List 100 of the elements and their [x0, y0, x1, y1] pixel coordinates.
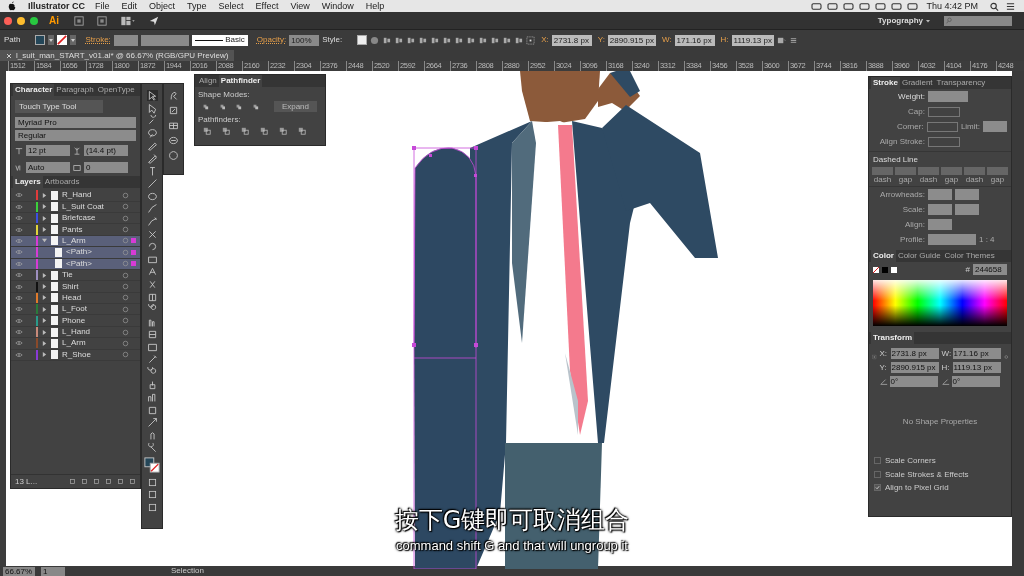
style-swatch[interactable] [357, 35, 368, 45]
expand-button[interactable]: Expand [273, 101, 317, 113]
menu-item[interactable]: View [290, 0, 310, 12]
dash-field[interactable] [964, 167, 985, 175]
tool-icon[interactable] [146, 417, 158, 429]
draw-mode-icon[interactable] [146, 502, 158, 513]
tool-icon[interactable] [146, 90, 158, 101]
tool-icon[interactable] [168, 105, 179, 116]
eye-icon[interactable] [15, 294, 23, 301]
eye-icon[interactable] [15, 272, 23, 279]
font-size-field[interactable]: 12 pt [26, 145, 70, 157]
cap-buttons[interactable] [928, 106, 960, 117]
panel-tab[interactable]: Layers [13, 176, 43, 189]
panel-tab[interactable]: Transparency [934, 77, 988, 89]
transform-field[interactable]: 2731.8 px [890, 348, 939, 360]
workspace-switcher[interactable]: Typography [877, 15, 923, 26]
arrowhead-dropdown[interactable] [955, 189, 979, 201]
tool-icon[interactable] [146, 392, 158, 404]
apple-icon[interactable] [8, 1, 16, 11]
search-field[interactable] [944, 15, 1012, 26]
tool-icon[interactable] [146, 190, 158, 202]
tool-icon[interactable] [168, 90, 179, 101]
minimize-button[interactable] [17, 16, 25, 25]
disclosure-triangle-icon[interactable] [42, 306, 47, 312]
shape-mode-icon[interactable] [236, 102, 243, 111]
tool-icon[interactable] [146, 241, 158, 253]
tool-icon[interactable] [168, 120, 179, 131]
tool-icon[interactable] [146, 228, 158, 240]
transform-icon[interactable] [776, 35, 786, 45]
panel-tab[interactable]: Artboards [42, 176, 82, 189]
pathfinder-icon[interactable] [260, 126, 268, 135]
arrange-documents-icon[interactable] [120, 15, 136, 26]
dash-field[interactable] [872, 167, 893, 175]
close-button[interactable] [4, 16, 12, 25]
layer-row[interactable]: Pants [11, 224, 140, 236]
tool-icon[interactable] [146, 127, 158, 139]
align-buttons[interactable] [928, 219, 952, 231]
tool-icon[interactable] [146, 102, 158, 114]
variable-width-dropdown[interactable] [140, 34, 189, 46]
fill-swatch[interactable] [35, 35, 46, 45]
align-icon[interactable] [502, 35, 512, 45]
eye-icon[interactable] [15, 283, 23, 290]
menu-item[interactable]: Help [365, 0, 385, 12]
stroke-weight-field[interactable] [113, 34, 138, 46]
shape-mode-icon[interactable] [253, 102, 259, 111]
leading-field[interactable]: (14.4 pt) [84, 145, 128, 157]
stroke-link[interactable]: Stroke: [85, 35, 111, 45]
stroke-swatch[interactable] [57, 35, 68, 45]
zoom-button[interactable] [30, 16, 38, 25]
eye-icon[interactable] [15, 192, 23, 199]
eye-icon[interactable] [15, 329, 23, 336]
hex-field[interactable]: 244658 [973, 264, 1007, 276]
font-style-dropdown[interactable]: Regular [15, 130, 136, 142]
coordinate-field[interactable]: 1119.13 px [731, 34, 774, 46]
bridge-icon[interactable] [74, 15, 84, 26]
tool-icon[interactable] [146, 115, 158, 127]
reference-point-icon[interactable] [526, 35, 536, 45]
status-icon[interactable] [891, 1, 903, 11]
align-icon[interactable] [454, 35, 464, 45]
panel-tab[interactable]: Color Themes [942, 250, 997, 263]
weight-field[interactable] [928, 91, 968, 102]
brush-dropdown[interactable]: Basic [191, 34, 248, 46]
bridge-icon[interactable] [97, 15, 107, 26]
fill-stroke-swatches[interactable] [144, 457, 160, 474]
disclosure-triangle-icon[interactable] [42, 295, 47, 301]
menu-item[interactable]: Edit [121, 0, 138, 12]
layer-row[interactable]: R_Shoe [11, 349, 140, 362]
default-swatch[interactable] [891, 266, 897, 273]
disclosure-triangle-icon[interactable] [42, 227, 47, 233]
layer-row[interactable]: L_Foot [11, 304, 140, 316]
angle-field[interactable]: 0° [889, 376, 938, 388]
align-stroke-buttons[interactable] [928, 136, 960, 147]
opacity-field[interactable]: 100% [289, 34, 320, 46]
status-icon[interactable] [811, 1, 823, 11]
corner-buttons[interactable] [926, 121, 958, 132]
tool-icon[interactable] [146, 291, 158, 303]
caret-icon[interactable] [48, 35, 55, 45]
coordinate-field[interactable]: 2890.915 px [607, 34, 656, 46]
layer-row[interactable]: Tie [11, 269, 140, 282]
transform-field[interactable]: 2890.915 px [890, 362, 939, 374]
pathfinder-icon[interactable] [222, 126, 230, 135]
tool-icon[interactable] [146, 178, 158, 190]
pathfinder-icon[interactable] [241, 126, 249, 135]
eye-icon[interactable] [15, 340, 23, 347]
search-icon[interactable] [989, 1, 1000, 11]
layer-row[interactable]: L_Arm [11, 338, 140, 350]
panel-tab[interactable]: Gradient [899, 77, 935, 89]
eye-icon[interactable] [15, 226, 23, 233]
send-icon[interactable] [149, 15, 159, 26]
disclosure-triangle-icon[interactable] [42, 340, 47, 346]
tool-icon[interactable] [146, 316, 158, 328]
default-swatch[interactable] [882, 266, 888, 273]
checkbox[interactable] [874, 470, 881, 478]
disclosure-triangle-icon[interactable] [42, 284, 47, 289]
transform-field[interactable]: 171.16 px [952, 348, 1001, 360]
artboard-field[interactable]: 1 [41, 566, 65, 576]
transform-field[interactable]: 1119.13 px [952, 362, 1001, 374]
pathfinder-icon[interactable] [298, 126, 306, 135]
pathfinder-icon[interactable] [279, 126, 287, 135]
menu-item[interactable]: Select [218, 0, 244, 12]
